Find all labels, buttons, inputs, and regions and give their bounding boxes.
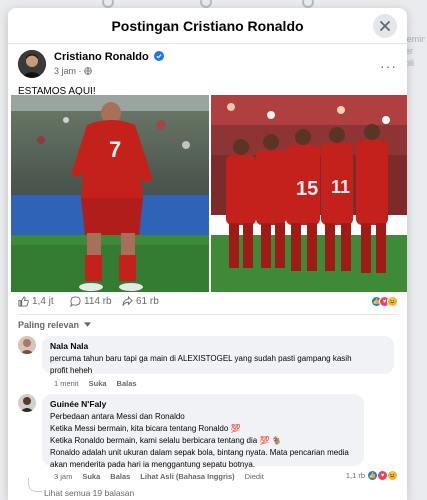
reply-comment-button[interactable]: Balas [110,472,130,481]
post-photo-1[interactable]: 7 [11,95,209,292]
comment-item: Nala Nala percuma tahun baru tapi ga mai… [18,336,398,391]
top-nav-icons [90,0,330,8]
thread-connector [28,478,42,492]
comment-text: Ketika Messi bermain, kita bicara tentan… [50,424,241,433]
close-icon [380,21,390,31]
comment-text: Ketika Ronaldo bermain, kami selalu berb… [50,436,282,445]
chevron-down-icon [83,322,91,327]
commenter-avatar[interactable] [18,394,36,412]
share-count[interactable]: 61 rb [122,296,159,307]
svg-text:15: 15 [296,178,318,200]
svg-text:11: 11 [331,177,350,197]
post-photo-2[interactable]: 15 11 [211,95,407,292]
comment-text: profit heheh [50,366,93,375]
background-peek-text: oli [405,58,415,68]
modal-header: Postingan Cristiano Ronaldo [8,8,407,44]
author-name[interactable]: Cristiano Ronaldo [54,51,164,63]
comment-sort-dropdown[interactable]: Paling relevan [18,320,91,330]
post-stats-bar: 1,4 jt 114 rb 61 rb 👍 ♥ 😆 [18,296,398,312]
comment-icon [70,296,81,307]
groups-icon[interactable] [200,0,212,8]
gaming-icon[interactable] [302,0,314,8]
post-photos: 7 15 11 [11,95,407,292]
comment-item: Guinée N'Faly Perbedaan antara Messi dan… [18,394,398,484]
close-button[interactable] [373,14,397,38]
comment-text: Ronaldo adalah unit ukuran dalam sepak b… [50,448,349,457]
comment-text: akan menderita pada hari ia menggantung … [50,460,256,469]
verified-badge-icon [153,51,164,61]
see-original-link[interactable]: Lihat Asli (Bahasa Inggris) [140,472,234,481]
post-header: Cristiano Ronaldo 3 jam · [18,50,318,78]
background-peek-text: 'emin [405,34,425,44]
modal-title: Postingan Cristiano Ronaldo [111,18,304,34]
post-time[interactable]: 3 jam [54,66,76,76]
reply-comment-button[interactable]: Balas [117,379,137,388]
comment-count[interactable]: 114 rb [70,296,112,307]
more-options-button[interactable]: ··· [380,58,397,74]
commenter-name[interactable]: Nala Nala [50,341,386,351]
comment-text: percuma tahun baru tapi ga main di ALEXI… [50,354,352,363]
like-icon [18,296,29,307]
edited-label: Diedit [244,472,264,481]
background-peek-text: er [405,46,414,56]
comment-bubble: Guinée N'Faly Perbedaan antara Messi dan… [42,394,364,469]
comment-text: Perbedaan antara Messi dan Ronaldo [50,412,185,421]
reaction-icons[interactable]: 👍 ♥ 😆 [371,296,398,307]
comment-bubble: Nala Nala percuma tahun baru tapi ga mai… [42,336,394,375]
comment-time[interactable]: 1 menit [54,379,79,388]
comment-reaction-count[interactable]: 1,1 rb 👍 ♥ 😆 [346,470,398,481]
like-comment-button[interactable]: Suka [82,472,100,481]
haha-reaction-icon: 😆 [387,296,398,307]
divider [18,314,398,315]
commenter-name[interactable]: Guinée N'Faly [50,399,356,409]
haha-reaction-icon: 😆 [387,470,398,481]
comment-actions: 3 jam Suka Balas Lihat Asli (Bahasa Ingg… [54,472,264,481]
avatar[interactable] [18,50,46,78]
view-replies-link[interactable]: Lihat semua 19 balasan [44,488,134,498]
comment-actions: 1 menit Suka Balas [54,379,137,388]
home-icon[interactable] [102,0,114,8]
globe-icon [84,67,92,75]
share-icon [122,296,133,306]
like-comment-button[interactable]: Suka [89,379,107,388]
comment-time[interactable]: 3 jam [54,472,72,481]
svg-text:7: 7 [109,137,121,162]
post-meta: 3 jam · [54,66,92,76]
like-count[interactable]: 1,4 jt [18,296,54,307]
post-modal: Postingan Cristiano Ronaldo Cristiano Ro… [8,8,407,500]
commenter-avatar[interactable] [18,336,36,354]
